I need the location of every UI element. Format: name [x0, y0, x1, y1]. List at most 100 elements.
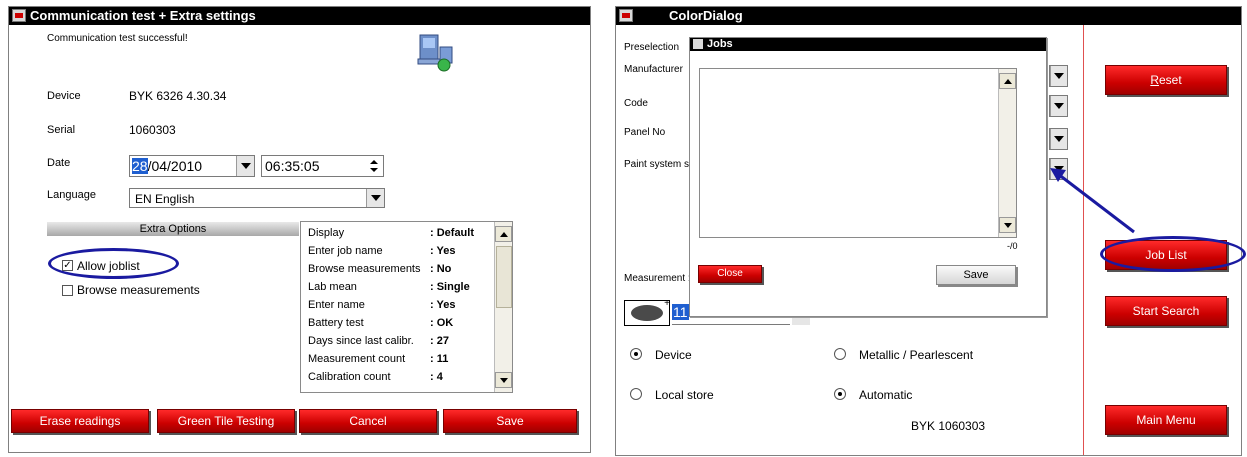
jobs-close-button[interactable]: Close: [698, 265, 762, 283]
info-key: Measurement count: [308, 353, 406, 365]
panel-no-label: Panel No: [624, 127, 666, 138]
scroll-down-button[interactable]: [999, 217, 1016, 233]
save-button[interactable]: Save: [443, 409, 577, 433]
info-scrollbar[interactable]: [494, 222, 512, 392]
arrow-up-icon: [499, 231, 508, 237]
extra-options-header: Extra Options: [47, 222, 299, 236]
paint-system-label: Paint system s: [624, 159, 690, 170]
start-search-button[interactable]: Start Search: [1105, 296, 1227, 326]
jobs-scrollbar[interactable]: [998, 69, 1016, 237]
panel-dropdown-button[interactable]: [1050, 129, 1067, 149]
metallic-radio[interactable]: [834, 348, 846, 360]
highlight-ellipse-allow-joblist: [48, 248, 179, 279]
info-key: Browse measurements: [308, 263, 421, 275]
reset-label-mnemonic: R: [1150, 73, 1159, 87]
jobs-title: Jobs: [707, 38, 733, 50]
panel-dropdown[interactable]: [1049, 128, 1068, 150]
info-key: Battery test: [308, 317, 364, 329]
automatic-radio[interactable]: [834, 388, 846, 400]
time-picker[interactable]: 06:35:05: [261, 155, 384, 177]
serial-value: 1060303: [129, 123, 176, 137]
info-row: Enter job name : Yes: [308, 245, 488, 261]
language-select[interactable]: EN English: [129, 188, 385, 208]
measurement-shape-icon: +: [624, 298, 670, 326]
serial-label: Serial: [47, 124, 76, 136]
jobs-title-bar: Jobs: [690, 38, 1046, 51]
divider-line: [1083, 25, 1084, 455]
jobs-save-button[interactable]: Save: [936, 265, 1016, 285]
arrow-down-icon: [1003, 222, 1012, 228]
color-dialog-window: ColorDialog Preselection Manufacturer Co…: [615, 6, 1242, 456]
info-value: : No: [430, 263, 452, 275]
jobs-counter: -/0: [1007, 241, 1018, 251]
info-key: Calibration count: [308, 371, 391, 383]
main-menu-button[interactable]: Main Menu: [1105, 405, 1227, 435]
info-value: : 27: [430, 335, 449, 347]
measurement-label: Measurement :: [624, 273, 691, 284]
info-value: : OK: [430, 317, 454, 329]
app-icon: [12, 9, 26, 22]
title-bar: Communication test + Extra settings: [9, 7, 590, 25]
title-bar: ColorDialog: [616, 7, 1241, 25]
device-radio[interactable]: [630, 348, 642, 360]
language-dropdown-button[interactable]: [366, 189, 384, 207]
status-text: Communication test successful!: [47, 33, 188, 44]
info-row: Browse measurements : No: [308, 263, 488, 279]
date-dropdown-button[interactable]: [236, 156, 254, 176]
info-value: : Yes: [430, 245, 456, 257]
scroll-down-button[interactable]: [495, 372, 512, 388]
metallic-radio-label: Metallic / Pearlescent: [859, 348, 974, 362]
manufacturer-label: Manufacturer: [624, 64, 683, 75]
code-label: Code: [624, 98, 648, 109]
info-row: Lab mean: Single: [308, 281, 488, 297]
chevron-down-icon: [240, 163, 251, 169]
device-label: Device: [47, 90, 81, 102]
annotation-arrow: [1050, 168, 1135, 234]
device-radio-label: Device: [655, 348, 692, 362]
date-picker[interactable]: 28/04/2010: [129, 155, 255, 177]
highlight-ellipse-job-list: [1100, 236, 1246, 272]
info-key: Enter name: [308, 299, 365, 311]
info-row: Battery test : OK: [308, 317, 488, 333]
reset-button[interactable]: Reset: [1105, 65, 1227, 95]
erase-readings-button[interactable]: Erase readings: [11, 409, 149, 433]
window-title: ColorDialog: [669, 8, 743, 23]
date-label: Date: [47, 157, 71, 169]
window-title: Communication test + Extra settings: [30, 8, 256, 23]
jobs-list[interactable]: [699, 68, 1017, 238]
spin-up-icon[interactable]: [370, 160, 378, 164]
scroll-up-button[interactable]: [495, 226, 512, 242]
language-label: Language: [47, 189, 96, 201]
manufacturer-dropdown[interactable]: [1049, 65, 1068, 87]
info-value: : Yes: [430, 299, 456, 311]
info-value: : 11: [430, 353, 449, 365]
cancel-button[interactable]: Cancel: [299, 409, 437, 433]
chevron-down-icon: [1054, 73, 1064, 79]
scroll-thumb[interactable]: [496, 246, 512, 308]
spin-down-icon[interactable]: [370, 168, 378, 172]
info-row: Measurement count : 11: [308, 353, 488, 369]
green-tile-testing-button[interactable]: Green Tile Testing: [157, 409, 295, 433]
device-value: BYK 6326 4.30.34: [129, 89, 227, 103]
browse-measurements-checkbox[interactable]: [62, 285, 73, 296]
computer-network-icon: [414, 33, 456, 73]
date-month-year: /04/2010: [147, 158, 203, 174]
reset-label-rest: eset: [1158, 73, 1182, 87]
code-dropdown[interactable]: [1049, 95, 1068, 117]
scroll-up-button[interactable]: [999, 73, 1016, 89]
chevron-down-icon: [1054, 103, 1064, 109]
info-value: : Single: [430, 281, 470, 293]
info-key: Days since last calibr.: [308, 335, 414, 347]
app-icon: [693, 39, 703, 49]
info-key: Enter job name: [308, 245, 383, 257]
time-value: 06:35:05: [265, 158, 320, 174]
manufacturer-dropdown-button[interactable]: [1050, 66, 1067, 86]
info-row: Display: Default: [308, 227, 488, 243]
chevron-down-icon: [370, 195, 381, 201]
code-dropdown-button[interactable]: [1050, 96, 1067, 116]
date-day-selected: 28: [132, 158, 148, 174]
local-store-radio[interactable]: [630, 388, 642, 400]
communication-test-window: Communication test + Extra settings Comm…: [8, 6, 591, 453]
time-spinner[interactable]: [367, 158, 381, 174]
arrow-up-icon: [1003, 78, 1012, 84]
